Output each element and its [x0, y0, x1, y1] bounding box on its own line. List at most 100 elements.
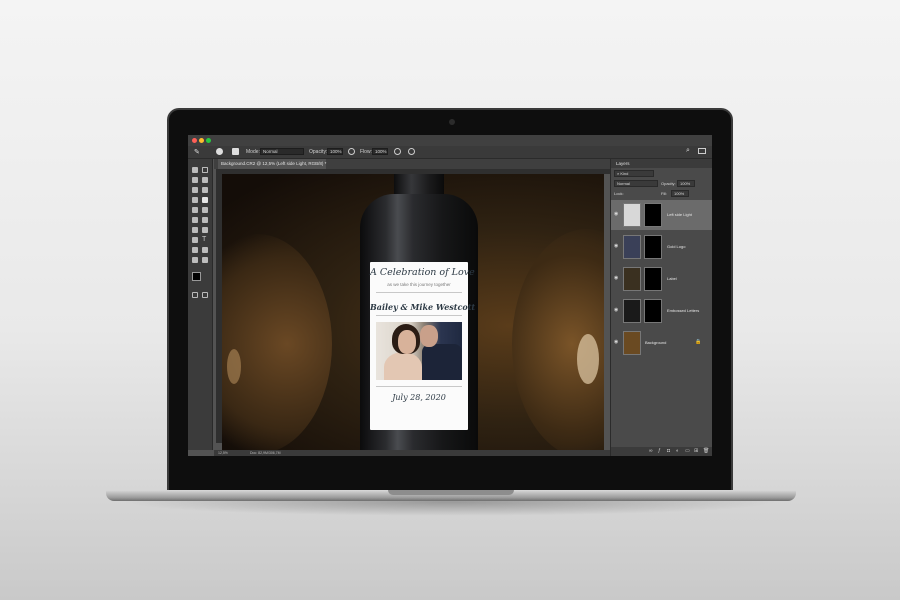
options-bar: ✎ Mode: Normal Opacity: 100% Flow: 100% …	[188, 146, 712, 159]
document-tab[interactable]: Background.CR2 @ 12,5% (Left side Light,…	[218, 159, 326, 169]
zoom-level[interactable]: 12,5%	[218, 450, 228, 456]
screen-mode-icon[interactable]	[202, 292, 208, 298]
brush-preset-icon[interactable]	[216, 148, 223, 155]
dodge-tool-icon[interactable]	[202, 227, 208, 233]
layer-mask-thumbnail[interactable]	[644, 235, 662, 259]
lock-icon[interactable]: 🔒	[695, 339, 701, 345]
kind-filter[interactable]: ⌕ Kind	[614, 170, 654, 177]
maximize-window-button[interactable]	[206, 138, 211, 143]
groom-suit	[422, 344, 462, 380]
bride-shoulder	[384, 352, 422, 380]
flow-field[interactable]: 100%	[372, 148, 388, 155]
quick-mask-icon[interactable]	[192, 292, 198, 298]
layers-panel: Layers ⌕ Kind Normal Opacity: 100% Lock:…	[610, 159, 712, 456]
new-layer-icon[interactable]: ⊞	[694, 448, 698, 454]
visibility-eye-icon[interactable]: ◉	[614, 211, 618, 217]
visibility-eye-icon[interactable]: ◉	[614, 243, 618, 249]
opacity-label: Opacity:	[309, 149, 328, 155]
doc-size[interactable]: Doc: 82,9M/306,7M	[250, 450, 281, 456]
workspace-icon[interactable]	[698, 148, 706, 154]
label-divider	[376, 386, 462, 387]
link-layers-icon[interactable]: ∞	[649, 448, 653, 454]
layers-tab[interactable]: Layers	[611, 159, 712, 168]
new-group-icon[interactable]: ▭	[685, 448, 690, 454]
label-subtitle: as we take this journey together	[387, 282, 451, 287]
opacity-field[interactable]: 100%	[327, 148, 343, 155]
lasso-tool-icon[interactable]	[192, 177, 198, 183]
visibility-eye-icon[interactable]: ◉	[614, 307, 618, 313]
path-select-tool-icon[interactable]	[192, 247, 198, 253]
visibility-eye-icon[interactable]: ◉	[614, 275, 618, 281]
layer-thumbnail	[623, 267, 641, 291]
pressure-opacity-icon[interactable]	[348, 148, 355, 155]
layers-tab-label: Layers	[616, 161, 630, 166]
close-window-button[interactable]	[192, 138, 197, 143]
minimize-window-button[interactable]	[199, 138, 204, 143]
layer-mask-thumbnail[interactable]	[644, 299, 662, 323]
tools-panel: T	[188, 159, 213, 450]
foreground-color-swatch[interactable]	[192, 272, 201, 281]
background-light-left	[227, 349, 241, 384]
layer-thumbnail	[623, 203, 641, 227]
healing-brush-icon[interactable]	[192, 197, 198, 203]
layer-thumbnail	[623, 331, 641, 355]
layer-name: Gold Logo	[667, 244, 686, 249]
fill-field[interactable]: 100%	[671, 190, 689, 197]
layer-name: Embossed Letters	[667, 308, 700, 313]
kind-filter-label: Kind	[620, 171, 629, 176]
zoom-tool-icon[interactable]	[202, 257, 208, 263]
delete-layer-icon[interactable]: 🗑	[703, 448, 709, 454]
quick-select-tool-icon[interactable]	[202, 177, 208, 183]
label-divider	[376, 315, 462, 316]
clone-stamp-icon[interactable]	[192, 207, 198, 213]
layer-row[interactable]: ◉ Gold Logo	[611, 232, 712, 262]
mode-select[interactable]: Normal	[260, 148, 304, 155]
layer-mask-thumbnail[interactable]	[644, 203, 662, 227]
label-date: July 28, 2020	[392, 393, 446, 402]
layer-name: Label	[667, 276, 677, 281]
brush-settings-icon[interactable]	[232, 148, 239, 155]
layer-mask-thumbnail[interactable]	[644, 267, 662, 291]
bride-face	[398, 330, 416, 354]
layer-thumbnail	[623, 299, 641, 323]
layer-row[interactable]: ◉ Embossed Letters	[611, 296, 712, 326]
brush-tool-icon[interactable]: ✎	[194, 148, 200, 156]
webcam	[449, 119, 455, 125]
layer-row[interactable]: ◉ Background 🔒	[611, 328, 712, 358]
search-icon[interactable]: ⌕	[686, 147, 690, 155]
flow-label: Flow:	[360, 149, 372, 155]
visibility-eye-icon[interactable]: ◉	[614, 339, 618, 345]
canvas[interactable]: A Celebration of Love as we take this jo…	[222, 174, 604, 450]
airbrush-icon[interactable]	[394, 148, 401, 155]
wine-label: A Celebration of Love as we take this jo…	[370, 262, 475, 430]
groom-face	[420, 325, 438, 347]
gradient-tool-icon[interactable]	[202, 217, 208, 223]
lock-label: Lock:	[614, 191, 624, 196]
label-divider	[376, 292, 462, 293]
crop-tool-icon[interactable]	[192, 187, 198, 193]
blur-tool-icon[interactable]	[192, 227, 198, 233]
fx-icon[interactable]: ƒ	[658, 448, 661, 454]
mode-label: Mode:	[246, 149, 260, 155]
couple-photo	[376, 322, 462, 380]
layer-row[interactable]: ◉ Label	[611, 264, 712, 294]
background-light-right	[577, 334, 599, 384]
marquee-tool-icon[interactable]	[202, 167, 208, 173]
adjustment-layer-icon[interactable]: ◐	[676, 448, 679, 454]
type-tool-icon[interactable]: T	[202, 236, 206, 243]
brush-tool-icon[interactable]	[202, 197, 208, 203]
eyedropper-tool-icon[interactable]	[202, 187, 208, 193]
blend-mode-select[interactable]: Normal	[614, 180, 658, 187]
layer-opacity-field[interactable]: 100%	[677, 180, 695, 187]
move-tool-icon[interactable]	[192, 167, 198, 173]
eraser-tool-icon[interactable]	[192, 217, 198, 223]
shape-tool-icon[interactable]	[202, 247, 208, 253]
pressure-size-icon[interactable]	[408, 148, 415, 155]
pen-tool-icon[interactable]	[192, 237, 198, 243]
laptop-notch	[388, 490, 514, 495]
history-brush-icon[interactable]	[202, 207, 208, 213]
layer-row[interactable]: ◉ Left side Light	[611, 200, 712, 230]
add-mask-icon[interactable]: ◘	[667, 448, 670, 454]
layer-opacity-label: Opacity:	[661, 181, 676, 186]
hand-tool-icon[interactable]	[192, 257, 198, 263]
